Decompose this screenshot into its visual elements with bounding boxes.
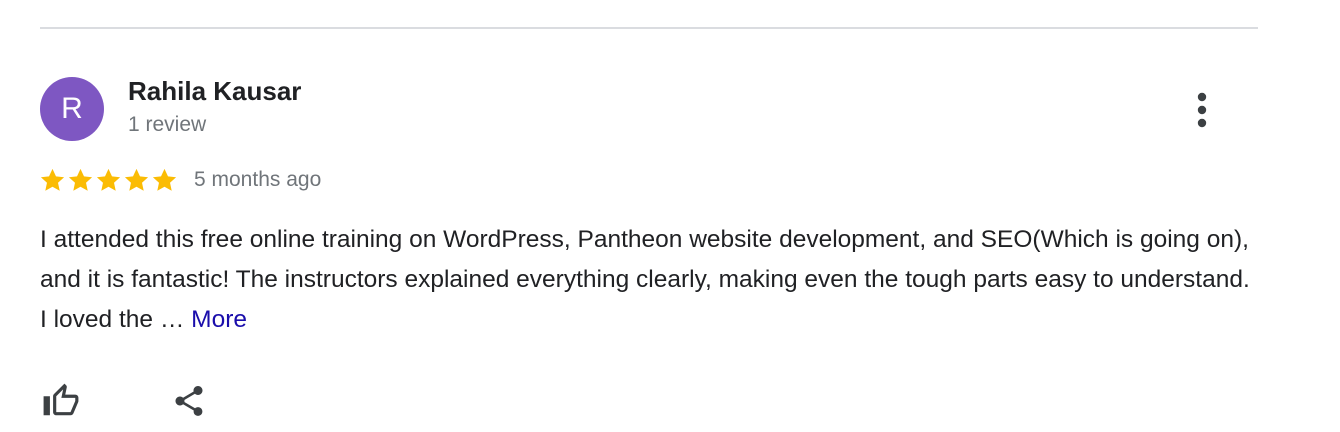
- star-icon: [40, 168, 65, 191]
- rating-row: 5 months ago: [39, 165, 321, 195]
- reviewer-name[interactable]: Rahila Kausar: [128, 76, 301, 107]
- review-text: I attended this free online training on …: [40, 220, 1255, 340]
- star-rating: [39, 167, 178, 194]
- star-icon: [152, 168, 177, 191]
- share-button[interactable]: [166, 378, 212, 424]
- share-icon: [175, 386, 203, 416]
- star-icon: [124, 168, 149, 191]
- more-options-button[interactable]: [1182, 88, 1222, 132]
- thumb-up-icon: [43, 383, 79, 416]
- star-icon: [96, 168, 121, 191]
- like-button[interactable]: [38, 378, 84, 424]
- avatar[interactable]: R: [40, 77, 104, 141]
- star-icon: [68, 168, 93, 191]
- top-divider: [40, 27, 1258, 29]
- review-count: 1 review: [128, 113, 207, 136]
- review-time: 5 months ago: [194, 168, 322, 191]
- more-vert-icon: [1197, 92, 1207, 128]
- more-link[interactable]: More: [191, 306, 247, 333]
